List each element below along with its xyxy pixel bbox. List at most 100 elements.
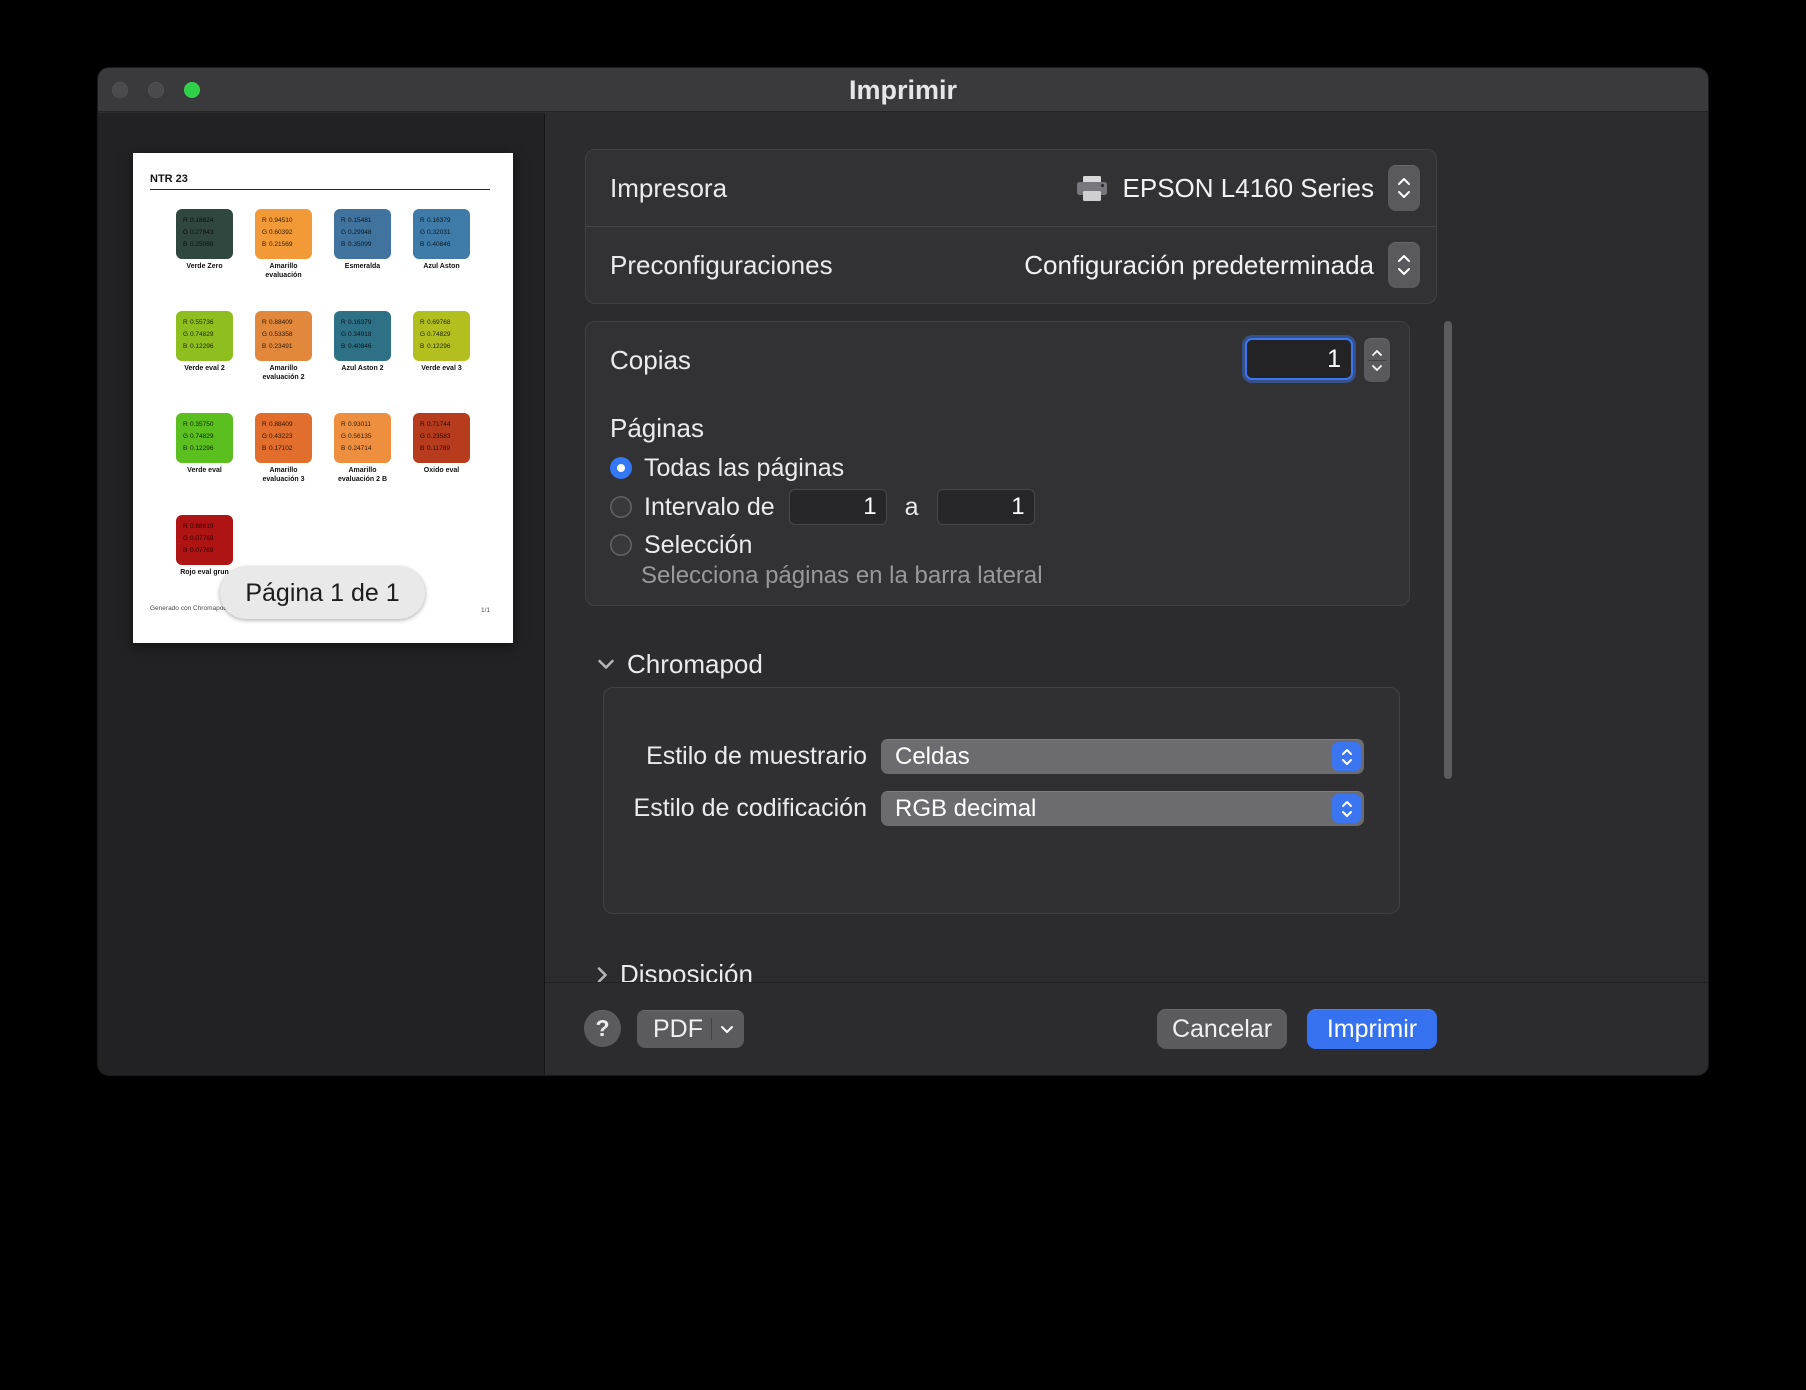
- swatch-rgb-line: G0.32031: [413, 227, 470, 239]
- swatch-rgb-line: G0.34918: [334, 329, 391, 341]
- dialog-bottom-bar: ? PDF Cancelar Imprimir: [545, 982, 1708, 1075]
- swatch-cell: R0.93011G0.56135B0.24714 Amarillo evaluac…: [334, 413, 418, 484]
- pages-label: Páginas: [610, 413, 704, 444]
- swatch-rgb-line: G0.43223: [255, 431, 312, 443]
- pdf-button-label: PDF: [653, 1015, 703, 1044]
- printer-stepper-chevrons-icon[interactable]: [1388, 165, 1420, 211]
- swatch-cell: R0.55736G0.74829B0.12296 Verde eval 2: [176, 311, 260, 374]
- swatch-rgb-line: R0.35750: [176, 419, 233, 431]
- swatch-label: Amarillo evaluación: [254, 263, 314, 280]
- print-button[interactable]: Imprimir: [1307, 1009, 1437, 1049]
- swatch-rgb-line: B0.12296: [413, 341, 470, 353]
- swatch-cell: R0.18824G0.27843B0.25098 Verde Zero: [176, 209, 260, 272]
- swatch-rgb-line: R0.16379: [334, 317, 391, 329]
- swatch-label: Amarillo evaluación 2 B: [333, 467, 393, 484]
- swatch-rgb-line: R0.94510: [255, 215, 312, 227]
- presets-popup[interactable]: Configuración predeterminada: [1024, 242, 1420, 288]
- range-from-input[interactable]: [789, 489, 887, 525]
- swatch-cell: R0.71744G0.23583B0.11789 Oxido eval: [413, 413, 497, 476]
- swatch-rgb-line: B0.11789: [413, 443, 470, 455]
- swatch-label: Verde eval: [175, 467, 235, 476]
- swatch-color: R0.93011G0.56135B0.24714: [334, 413, 391, 463]
- swatch-rgb-line: R0.55736: [176, 317, 233, 329]
- swatch-label: Oxido eval: [412, 467, 472, 476]
- pdf-menu-button[interactable]: PDF: [637, 1010, 744, 1048]
- swatch-label: Verde eval 3: [412, 365, 472, 374]
- swatch-rgb-line: G0.74829: [176, 431, 233, 443]
- swatch-cell: R0.69768G0.74829B0.12296 Verde eval 3: [413, 311, 497, 374]
- swatch-style-popup[interactable]: Celdas: [881, 739, 1364, 774]
- chevron-up-icon: [1371, 349, 1383, 357]
- copies-input[interactable]: [1245, 338, 1353, 380]
- swatch-color: R0.16379G0.34918B0.40846: [334, 311, 391, 361]
- swatch-color: R0.69768G0.74829B0.12296: [413, 311, 470, 361]
- radio-selection[interactable]: [610, 534, 632, 556]
- swatch-cell: R0.88409G0.43223B0.17102Amarillo evaluac…: [255, 413, 339, 484]
- cancel-button[interactable]: Cancelar: [1157, 1009, 1287, 1049]
- page-footer-generator: Generado con Chromapod: [150, 605, 227, 612]
- swatch-color: R0.88409G0.53358B0.23491: [255, 311, 312, 361]
- swatch-rgb-line: B0.25098: [176, 239, 233, 251]
- swatch-rgb-line: G0.23583: [413, 431, 470, 443]
- copies-stepper[interactable]: [1364, 338, 1390, 382]
- swatch-color: R0.35750G0.74829B0.12296: [176, 413, 233, 463]
- swatch-rgb-line: R0.88409: [255, 419, 312, 431]
- page-indicator-pill: Página 1 de 1: [220, 567, 425, 619]
- presets-row: Preconfiguraciones Configuración predete…: [586, 227, 1436, 303]
- printer-presets-group: Impresora EPSON L4160 Series: [585, 149, 1437, 304]
- pages-option-range[interactable]: Intervalo de a: [610, 494, 1035, 520]
- swatch-color: R0.94510G0.60392B0.21569: [255, 209, 312, 259]
- swatch-label: Verde Zero: [175, 263, 235, 272]
- range-separator-label: a: [905, 493, 919, 522]
- swatch-rgb-line: G0.27843: [176, 227, 233, 239]
- swatch-label: Amarillo evaluación 2: [254, 365, 314, 382]
- swatch-color: R0.15481G0.29948B0.35099: [334, 209, 391, 259]
- swatch-rgb-line: B0.12296: [176, 341, 233, 353]
- swatch-rgb-line: G0.74829: [176, 329, 233, 341]
- copies-pages-group: Copias Páginas Todas las páginas: [585, 321, 1410, 606]
- printer-popup[interactable]: EPSON L4160 Series: [1075, 165, 1420, 211]
- print-dialog-window: Imprimir NTR 23 R0.18824G0.27843B0.25098…: [98, 68, 1708, 1075]
- pages-option-selection[interactable]: Selección: [610, 532, 752, 558]
- swatch-label: Azul Aston 2: [333, 365, 393, 374]
- swatch-rgb-line: G0.56135: [334, 431, 391, 443]
- help-button[interactable]: ?: [584, 1010, 621, 1047]
- radio-page-range-label: Intervalo de: [644, 493, 775, 522]
- disposicion-disclosure[interactable]: Disposición: [597, 959, 753, 983]
- presets-stepper-chevrons-icon[interactable]: [1388, 242, 1420, 288]
- swatch-cell: R0.16379G0.34918B0.40846 Azul Aston 2: [334, 311, 418, 374]
- disposicion-title: Disposición: [620, 959, 753, 983]
- swatch-rgb-line: B0.35099: [334, 239, 391, 251]
- swatch-rgb-line: R0.68619: [176, 521, 233, 533]
- swatch-rgb-line: G0.29948: [334, 227, 391, 239]
- chromapod-disclosure[interactable]: Chromapod: [597, 649, 763, 680]
- selection-hint: Selecciona páginas en la barra lateral: [641, 562, 1043, 590]
- swatch-color: R0.68619G0.07769B0.07769: [176, 515, 233, 565]
- swatch-rgb-line: R0.18824: [176, 215, 233, 227]
- radio-all-pages[interactable]: [610, 457, 632, 479]
- swatch-label: Verde eval 2: [175, 365, 235, 374]
- copies-label: Copias: [610, 345, 691, 376]
- swatch-rgb-line: G0.07769: [176, 533, 233, 545]
- pdf-chevron-down-icon: [720, 1025, 734, 1034]
- swatch-rgb-line: B0.12296: [176, 443, 233, 455]
- radio-all-pages-label: Todas las páginas: [644, 454, 844, 483]
- settings-scroll-area: Impresora EPSON L4160 Series: [545, 113, 1708, 983]
- radio-page-range[interactable]: [610, 496, 632, 518]
- scrollbar-thumb[interactable]: [1444, 321, 1452, 779]
- swatch-style-label: Estilo de muestrario: [604, 742, 867, 771]
- swatch-rgb-line: R0.93011: [334, 419, 391, 431]
- swatch-rgb-line: R0.71744: [413, 419, 470, 431]
- swatch-cell: R0.16379G0.32031B0.40846Azul Aston: [413, 209, 497, 272]
- window-titlebar: Imprimir: [98, 68, 1708, 112]
- encoding-style-popup[interactable]: RGB decimal: [881, 791, 1364, 826]
- encoding-style-popup-chevrons-icon: [1332, 794, 1361, 823]
- swatch-rgb-line: B0.40846: [334, 341, 391, 353]
- pages-option-all[interactable]: Todas las páginas: [610, 455, 844, 481]
- swatch-color: R0.55736G0.74829B0.12296: [176, 311, 233, 361]
- swatch-rgb-line: R0.69768: [413, 317, 470, 329]
- swatch-rgb-line: B0.21569: [255, 239, 312, 251]
- swatch-rgb-line: B0.23491: [255, 341, 312, 353]
- swatch-color: R0.71744G0.23583B0.11789: [413, 413, 470, 463]
- range-to-input[interactable]: [937, 489, 1035, 525]
